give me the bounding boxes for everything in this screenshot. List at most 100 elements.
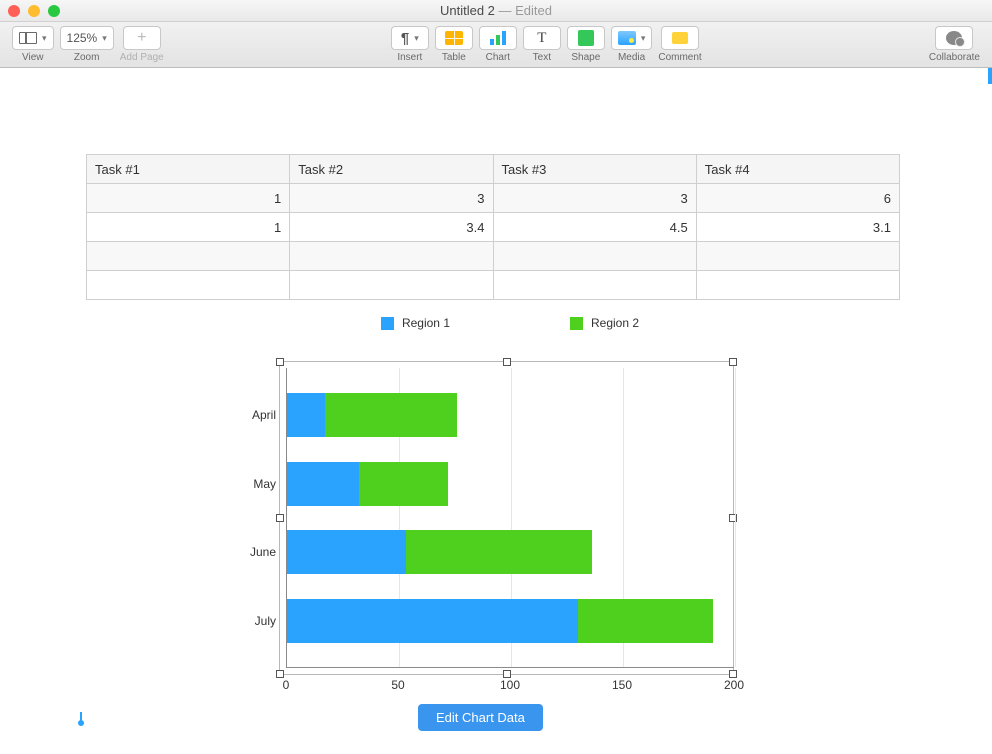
shape-button[interactable] — [567, 26, 605, 50]
chart-bar-segment — [359, 462, 449, 506]
chart-bar-segment — [578, 599, 712, 643]
add-page-button[interactable]: + — [123, 26, 161, 50]
legend-swatch-icon — [570, 317, 583, 330]
chart-bar[interactable] — [287, 393, 457, 437]
table-row[interactable]: 1 3 3 6 — [87, 184, 900, 213]
comment-label: Comment — [658, 52, 701, 63]
chart-category-label: June — [216, 545, 276, 559]
media-icon — [618, 31, 636, 45]
legend-label: Region 2 — [591, 316, 639, 330]
square-icon — [578, 30, 594, 46]
legend-item: Region 2 — [570, 316, 639, 330]
table-header-cell[interactable]: Task #1 — [87, 155, 290, 184]
resize-handle[interactable] — [729, 358, 737, 366]
table-row[interactable]: 1 3.4 4.5 3.1 — [87, 213, 900, 242]
chart-bar[interactable] — [287, 530, 592, 574]
legend-item: Region 1 — [381, 316, 450, 330]
media-label: Media — [618, 52, 645, 63]
toolbar: ▾ View 125%▾ Zoom + Add Page ¶▾ Insert T… — [0, 22, 992, 68]
comment-icon — [672, 32, 688, 44]
chart-bar-segment — [287, 530, 406, 574]
chart-icon — [490, 31, 506, 45]
chart-bar-segment — [287, 599, 578, 643]
chart-bar-segment — [325, 393, 457, 437]
table-header-cell[interactable]: Task #3 — [493, 155, 696, 184]
table-row[interactable] — [87, 242, 900, 271]
chart-bar[interactable] — [287, 599, 713, 643]
collaborate-label: Collaborate — [929, 52, 980, 63]
plus-icon: + — [137, 30, 146, 46]
chart-x-tick: 0 — [283, 678, 290, 692]
chart-bar-segment — [406, 530, 592, 574]
table-cell[interactable]: 1 — [87, 184, 290, 213]
chevron-down-icon: ▾ — [641, 33, 646, 44]
insert-label: Insert — [397, 52, 422, 63]
table-header-cell[interactable]: Task #2 — [290, 155, 493, 184]
window-title: Untitled 2 — Edited — [0, 3, 992, 18]
chart[interactable]: 050100150200AprilMayJuneJuly — [286, 368, 734, 698]
table-row[interactable] — [87, 271, 900, 300]
table-cell[interactable]: 3 — [290, 184, 493, 213]
chart-bar-segment — [287, 462, 359, 506]
table-header-cell[interactable]: Task #4 — [696, 155, 899, 184]
format-panel-edge[interactable] — [988, 68, 992, 84]
chart-bar[interactable] — [287, 462, 448, 506]
table-cell[interactable]: 3.4 — [290, 213, 493, 242]
table-icon — [445, 31, 463, 45]
document-area[interactable]: Task #1 Task #2 Task #3 Task #4 1 3 3 6 … — [0, 68, 992, 754]
chart-x-tick: 100 — [500, 678, 520, 692]
resize-handle[interactable] — [503, 358, 511, 366]
chart-category-label: July — [216, 614, 276, 628]
zoom-button[interactable]: 125% ▾ — [60, 26, 114, 50]
table-cell[interactable]: 6 — [696, 184, 899, 213]
view-icon — [19, 32, 37, 44]
comment-button[interactable] — [661, 26, 699, 50]
chart-bar-segment — [287, 393, 325, 437]
minimize-icon[interactable] — [28, 5, 40, 17]
chart-x-tick: 200 — [724, 678, 744, 692]
chart-gridline — [735, 368, 736, 667]
table-cell[interactable]: 4.5 — [493, 213, 696, 242]
resize-handle[interactable] — [276, 358, 284, 366]
chart-legend: Region 1 Region 2 — [286, 316, 734, 330]
edit-chart-data-button[interactable]: Edit Chart Data — [418, 704, 543, 731]
view-button[interactable]: ▾ — [12, 26, 54, 50]
table-header-row[interactable]: Task #1 Task #2 Task #3 Task #4 — [87, 155, 900, 184]
chevron-down-icon: ▾ — [414, 33, 419, 44]
chart-button[interactable] — [479, 26, 517, 50]
media-button[interactable]: ▾ — [611, 26, 653, 50]
chart-label: Chart — [486, 52, 510, 63]
zoom-value: 125% — [67, 31, 98, 45]
title-bar: Untitled 2 — Edited — [0, 0, 992, 22]
text-label: Text — [533, 52, 551, 63]
chart-category-label: May — [216, 477, 276, 491]
table-cell[interactable]: 1 — [87, 213, 290, 242]
collaborate-button[interactable] — [935, 26, 973, 50]
text-button[interactable]: T — [523, 26, 561, 50]
chart-x-tick: 50 — [391, 678, 404, 692]
zoom-label: Zoom — [74, 52, 100, 63]
collaborate-icon — [946, 31, 962, 45]
shape-label: Shape — [571, 52, 600, 63]
table-label: Table — [442, 52, 466, 63]
chart-plot-area — [286, 368, 734, 668]
add-page-label: Add Page — [120, 52, 164, 63]
fullscreen-icon[interactable] — [48, 5, 60, 17]
table-cell[interactable]: 3 — [493, 184, 696, 213]
chevron-down-icon: ▾ — [42, 33, 47, 44]
insert-button[interactable]: ¶▾ — [391, 26, 429, 50]
legend-swatch-icon — [381, 317, 394, 330]
insertion-cursor-icon — [78, 712, 84, 726]
data-table[interactable]: Task #1 Task #2 Task #3 Task #4 1 3 3 6 … — [86, 154, 900, 300]
resize-handle[interactable] — [276, 514, 284, 522]
chart-x-tick: 150 — [612, 678, 632, 692]
table-button[interactable] — [435, 26, 473, 50]
pilcrow-icon: ¶ — [401, 30, 409, 47]
chevron-down-icon: ▾ — [102, 33, 107, 44]
legend-label: Region 1 — [402, 316, 450, 330]
text-icon: T — [537, 30, 546, 47]
chart-category-label: April — [216, 408, 276, 422]
close-icon[interactable] — [8, 5, 20, 17]
table-cell[interactable]: 3.1 — [696, 213, 899, 242]
resize-handle[interactable] — [276, 670, 284, 678]
